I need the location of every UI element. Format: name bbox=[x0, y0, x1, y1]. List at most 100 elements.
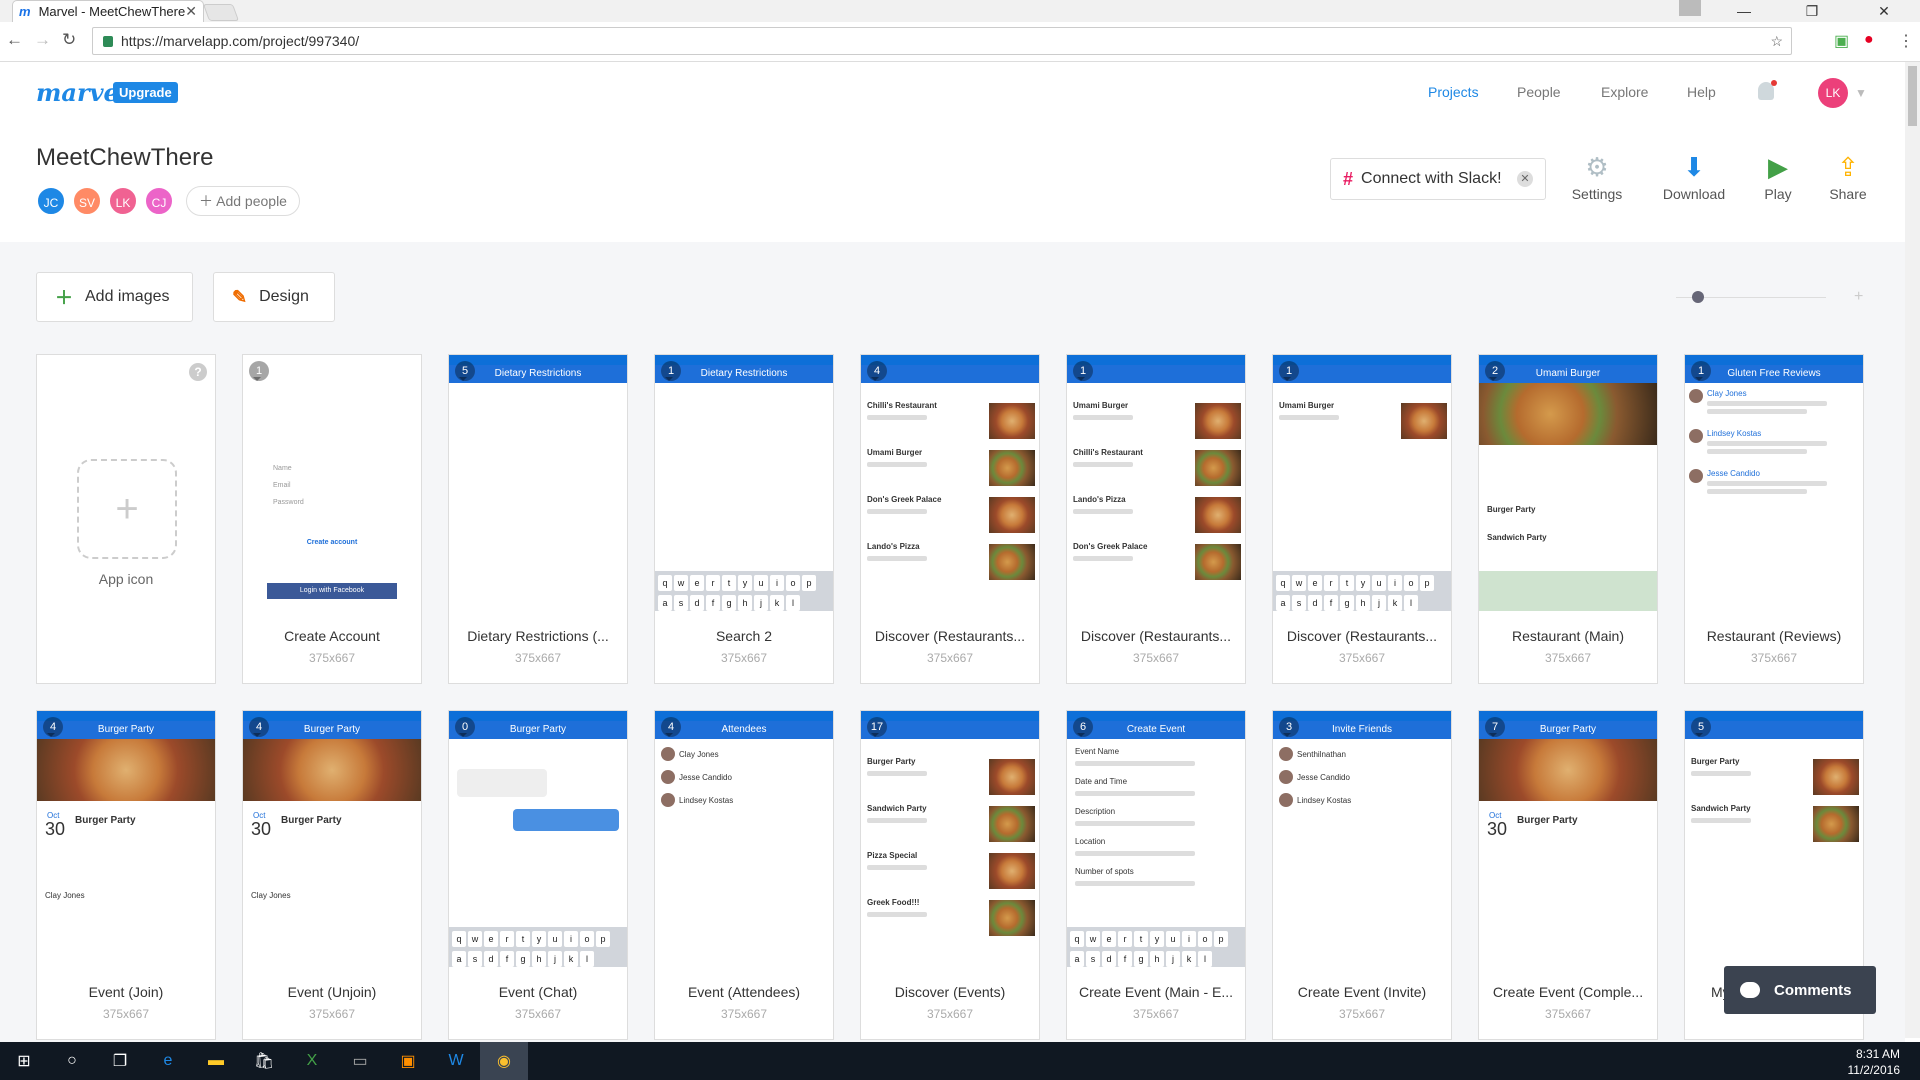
screen-name[interactable]: Restaurant (Reviews) bbox=[1689, 628, 1859, 644]
help-icon[interactable]: ? bbox=[189, 363, 207, 381]
screen-card[interactable]: Create Event 6 Event Name Date and Time De… bbox=[1066, 710, 1246, 1040]
settings-button[interactable]: ⚙ Settings bbox=[1562, 152, 1632, 202]
terminal-icon[interactable]: ▭ bbox=[336, 1042, 384, 1080]
screen-card[interactable]: Gluten Free Reviews 1 Clay Jones Lindsey … bbox=[1684, 354, 1864, 684]
scrollbar-thumb[interactable] bbox=[1908, 66, 1917, 126]
add-app-icon-placeholder[interactable]: + bbox=[77, 459, 177, 559]
screen-card[interactable]: 17 Burger Party Sandwich Party Pizza Speci… bbox=[860, 710, 1040, 1040]
screen-name[interactable]: Event (Attendees) bbox=[659, 984, 829, 1000]
screen-size: 375x667 bbox=[720, 651, 768, 665]
menu-icon[interactable]: ⋮ bbox=[1898, 31, 1914, 51]
screen-name[interactable]: Event (Join) bbox=[41, 984, 211, 1000]
nav-explore[interactable]: Explore bbox=[1601, 84, 1648, 100]
page-scrollbar[interactable] bbox=[1905, 62, 1920, 1038]
reload-icon[interactable]: ↻ bbox=[62, 30, 76, 50]
screen-card[interactable]: Umami Burger 2 Burger Party Sandwich Par… bbox=[1478, 354, 1658, 684]
zoom-slider[interactable]: + bbox=[1676, 288, 1863, 305]
screen-card[interactable]: 1 Umami Burger qwertyuiop asdfghjkl Disco… bbox=[1272, 354, 1452, 684]
store-icon[interactable]: 🛍 bbox=[240, 1042, 288, 1080]
screen-card[interactable]: Attendees 4 Clay Jones Jesse Candido Linds… bbox=[654, 710, 834, 1040]
screen-card[interactable]: Burger Party 4 Oct 30 Burger Party Clay … bbox=[242, 710, 422, 1040]
screen-name[interactable]: Restaurant (Main) bbox=[1483, 628, 1653, 644]
member-avatar[interactable]: SV bbox=[72, 186, 102, 216]
project-title[interactable]: MeetChewThere bbox=[36, 144, 213, 172]
user-avatar[interactable]: LK bbox=[1818, 78, 1848, 108]
nav-projects[interactable]: Projects bbox=[1428, 84, 1479, 100]
screen-name[interactable]: Discover (Events) bbox=[865, 984, 1035, 1000]
screen-name[interactable]: Create Event (Comple... bbox=[1483, 984, 1653, 1000]
extension-icon[interactable]: ▣ bbox=[1834, 31, 1849, 51]
screen-name[interactable]: Search 2 bbox=[659, 628, 829, 644]
member-avatar[interactable]: LK bbox=[108, 186, 138, 216]
browser-tab[interactable]: m Marvel - MeetChewThere ✕ bbox=[12, 0, 204, 22]
screen-name[interactable]: Discover (Restaurants... bbox=[1071, 628, 1241, 644]
screen-name[interactable]: Dietary Restrictions (... bbox=[453, 628, 623, 644]
system-clock[interactable]: 8:31 AM 11/2/2016 bbox=[1848, 1046, 1901, 1078]
screen-card[interactable]: Burger Party 4 Oct 30 Burger Party Clay … bbox=[36, 710, 216, 1040]
chevron-down-icon[interactable]: ▼ bbox=[1855, 86, 1867, 100]
screen-card[interactable]: Dietary Restrictions 5 Dairy Free Egg Fre… bbox=[448, 354, 628, 684]
screen-name[interactable]: Create Event (Invite) bbox=[1277, 984, 1447, 1000]
url-field[interactable]: https://marvelapp.com/project/997340/ ☆ bbox=[92, 27, 1792, 55]
play-button[interactable]: ▶ Play bbox=[1743, 152, 1813, 202]
task-view-icon[interactable]: ❐ bbox=[96, 1042, 144, 1080]
key: s bbox=[1292, 595, 1306, 611]
mock-header: Attendees bbox=[655, 721, 833, 739]
member-avatar[interactable]: CJ bbox=[144, 186, 174, 216]
share-button[interactable]: ⇪ Share bbox=[1813, 152, 1883, 202]
avatar bbox=[1689, 469, 1703, 483]
edge-icon[interactable]: e bbox=[144, 1042, 192, 1080]
upgrade-button[interactable]: Upgrade bbox=[113, 82, 178, 103]
bookmark-star-icon[interactable]: ☆ bbox=[1770, 33, 1783, 50]
forward-icon[interactable]: → bbox=[34, 30, 51, 50]
back-icon[interactable]: ← bbox=[6, 30, 23, 50]
minimize-icon[interactable]: — bbox=[1716, 0, 1772, 22]
comments-button[interactable]: Comments bbox=[1724, 966, 1876, 1014]
app-icon-card[interactable]: ? + App icon bbox=[36, 354, 216, 684]
screen-card[interactable]: 1 ⚲ meetchewthere Name Email Password Cr… bbox=[242, 354, 422, 684]
screen-card[interactable]: 1 Umami Burger Chilli's Restaurant Lando's… bbox=[1066, 354, 1246, 684]
placeholder-line bbox=[1707, 481, 1827, 486]
slack-connect-banner[interactable]: # Connect with Slack! ✕ bbox=[1330, 158, 1546, 200]
zoom-in-icon[interactable]: + bbox=[1854, 288, 1863, 306]
screen-card[interactable]: Burger Party 7 Oct 30 Burger Party Creat… bbox=[1478, 710, 1658, 1040]
close-window-icon[interactable]: ✕ bbox=[1856, 0, 1912, 22]
chrome-icon[interactable]: ◉ bbox=[480, 1042, 528, 1080]
key: y bbox=[1150, 931, 1164, 947]
screen-name[interactable]: Discover (Restaurants... bbox=[865, 628, 1035, 644]
nav-help[interactable]: Help bbox=[1687, 84, 1716, 100]
comment-count-badge: 4 bbox=[43, 717, 63, 737]
close-tab-icon[interactable]: ✕ bbox=[185, 3, 197, 20]
design-button[interactable]: ✎ Design bbox=[213, 272, 335, 322]
windows-start-icon[interactable]: ⊞ bbox=[0, 1042, 48, 1080]
member-avatar[interactable]: JC bbox=[36, 186, 66, 216]
form-label: Event Name bbox=[1075, 747, 1120, 756]
screen-card[interactable]: 4 Chilli's Restaurant Umami Burger Don's G… bbox=[860, 354, 1040, 684]
add-images-button[interactable]: ＋ Add images bbox=[36, 272, 193, 322]
screen-card[interactable]: Dietary Restrictions 1 Vegetarian Gluten … bbox=[654, 354, 834, 684]
notifications-bell-icon[interactable] bbox=[1758, 80, 1777, 100]
app-icon[interactable]: ▣ bbox=[384, 1042, 432, 1080]
file-explorer-icon[interactable]: ▬ bbox=[192, 1042, 240, 1080]
restore-icon[interactable]: ❐ bbox=[1784, 0, 1840, 22]
zoom-slider-handle[interactable] bbox=[1692, 291, 1704, 303]
screen-card[interactable]: Invite Friends 3 Senthilnathan Jesse Cand… bbox=[1272, 710, 1452, 1040]
screen-name[interactable]: Create Account bbox=[247, 628, 417, 644]
profile-icon[interactable] bbox=[1679, 0, 1701, 16]
screen-name[interactable]: Create Event (Main - E... bbox=[1071, 984, 1241, 1000]
word-icon[interactable]: W bbox=[432, 1042, 480, 1080]
nav-people[interactable]: People bbox=[1517, 84, 1561, 100]
new-tab-button[interactable] bbox=[202, 4, 240, 21]
search-icon[interactable]: ○ bbox=[48, 1042, 96, 1080]
pinterest-icon[interactable]: ● bbox=[1864, 31, 1874, 49]
excel-icon[interactable]: X bbox=[288, 1042, 336, 1080]
screen-name[interactable]: Event (Unjoin) bbox=[247, 984, 417, 1000]
placeholder-line bbox=[1707, 409, 1807, 414]
download-button[interactable]: ⬇ Download bbox=[1659, 152, 1729, 202]
add-people-button[interactable]: ＋ Add people bbox=[186, 186, 300, 216]
screen-card[interactable]: Burger Party 0 qwertyuiop asdfghjkl Event… bbox=[448, 710, 628, 1040]
close-icon[interactable]: ✕ bbox=[1517, 171, 1533, 187]
screen-name[interactable]: Event (Chat) bbox=[453, 984, 623, 1000]
fork-knife-logo-icon: ⚲ bbox=[319, 386, 345, 424]
screen-name[interactable]: Discover (Restaurants... bbox=[1277, 628, 1447, 644]
